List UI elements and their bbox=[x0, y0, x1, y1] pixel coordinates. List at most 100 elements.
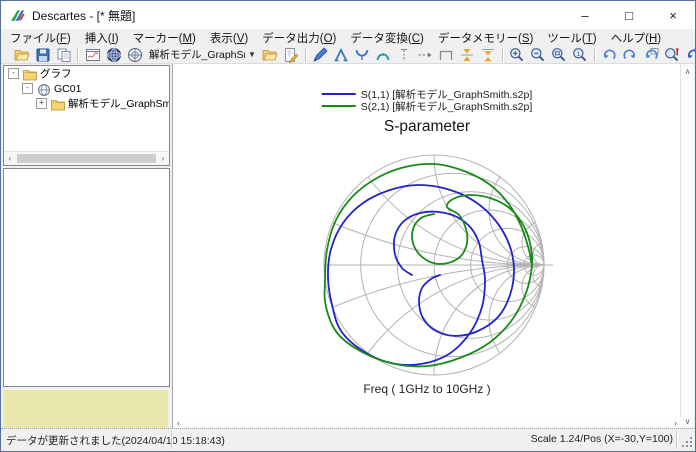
graph-window-icon bbox=[85, 47, 101, 63]
minimize-button[interactable]: – bbox=[563, 1, 607, 29]
copy-icon bbox=[56, 47, 72, 63]
arc-up-icon bbox=[375, 47, 391, 63]
undo-box-icon bbox=[643, 47, 659, 63]
redo-icon bbox=[622, 47, 638, 63]
chart-xlabel: Freq ( 1GHz to 10GHz ) bbox=[173, 382, 681, 396]
scroll-up-icon[interactable]: ∧ bbox=[681, 67, 694, 76]
mag-window-icon bbox=[551, 47, 567, 63]
scroll-left-icon[interactable]: ‹ bbox=[4, 154, 16, 163]
marker-delta-button[interactable] bbox=[415, 46, 436, 63]
maximize-button[interactable]: □ bbox=[607, 1, 651, 29]
menu-view[interactable]: 表示(V) bbox=[203, 29, 255, 47]
folder-open-icon bbox=[14, 47, 30, 63]
open-model-button[interactable] bbox=[260, 46, 281, 63]
undo-button[interactable] bbox=[599, 46, 620, 63]
marker-valley-button[interactable] bbox=[352, 46, 373, 63]
model-combo[interactable]: 解析モデル_GraphSmith.s▼ bbox=[147, 47, 258, 63]
mag-plus-icon bbox=[509, 47, 525, 63]
status-bar: データが更新されました(2024/04/10 15:18:43) Scale 1… bbox=[1, 428, 695, 451]
status-message: データが更新されました(2024/04/10 15:18:43) bbox=[6, 433, 225, 448]
scroll-right-icon[interactable]: › bbox=[674, 418, 677, 428]
collapse-icon[interactable]: - bbox=[22, 83, 33, 94]
status-scale-pos: Scale 1.24/Pos (X=-30,Y=100) bbox=[531, 433, 673, 445]
menu-insert[interactable]: 挿入(I) bbox=[78, 29, 126, 47]
status-separator bbox=[171, 431, 173, 449]
scroll-left-icon[interactable]: ‹ bbox=[177, 418, 180, 428]
legend-row: S(2,1) [解析モデル_GraphSmith.s2p] bbox=[322, 100, 533, 112]
redo-button[interactable] bbox=[620, 46, 641, 63]
main-v-scrollbar[interactable]: ∧ ∨ bbox=[680, 64, 694, 429]
menu-marker[interactable]: マーカー(M) bbox=[126, 29, 203, 47]
s11-trace bbox=[328, 185, 514, 365]
menu-tool[interactable]: ツール(T) bbox=[540, 29, 603, 47]
app-logo-icon bbox=[9, 7, 26, 24]
graph-window-button[interactable] bbox=[82, 46, 103, 63]
smith-chart-view-button[interactable] bbox=[103, 46, 124, 63]
smith-chart-canvas[interactable]: S(1,1) [解析モデル_GraphSmith.s2p]S(2,1) [解析モ… bbox=[173, 64, 681, 417]
zoom-window-button[interactable] bbox=[549, 46, 570, 63]
title-bar: Descartes - [* 無題] –□× bbox=[1, 1, 695, 29]
toolbar-separator bbox=[305, 48, 307, 62]
content-area: -グラフ-GC01+解析モデル_GraphSmith.s2p ‹ › S(1,1… bbox=[1, 64, 695, 429]
status-separator bbox=[676, 431, 678, 449]
menu-data-memory[interactable]: データメモリー(S) bbox=[431, 29, 541, 47]
marker-width-button[interactable] bbox=[436, 46, 457, 63]
vline-icon bbox=[396, 47, 412, 63]
menu-help[interactable]: ヘルプ(H) bbox=[604, 29, 669, 47]
tree-h-scroll-thumb[interactable] bbox=[17, 154, 156, 163]
zoom-actual-button[interactable]: 1 bbox=[570, 46, 591, 63]
folder-icon bbox=[50, 97, 65, 110]
smith-chart-svg bbox=[176, 64, 681, 417]
chevron-down-icon: ▼ bbox=[248, 50, 256, 59]
edit-model-button[interactable] bbox=[281, 46, 302, 63]
menu-file[interactable]: ファイル(F) bbox=[3, 29, 78, 47]
marker-pen-button[interactable] bbox=[310, 46, 331, 63]
memo-panel bbox=[3, 390, 168, 429]
marker-peak-button[interactable] bbox=[331, 46, 352, 63]
tree-item-label: グラフ bbox=[40, 66, 72, 81]
menu-data-convert[interactable]: データ変換(C) bbox=[343, 29, 431, 47]
arrows-line-icon bbox=[459, 47, 475, 63]
marker-level-line-button[interactable] bbox=[457, 46, 478, 63]
polar-icon bbox=[127, 47, 143, 63]
zoom-in-button[interactable] bbox=[507, 46, 528, 63]
collapse-icon[interactable]: - bbox=[8, 68, 19, 79]
floppy-icon bbox=[35, 47, 51, 63]
arrows-icon bbox=[480, 47, 496, 63]
tree-item-label: 解析モデル_GraphSmith.s2p bbox=[68, 96, 169, 111]
marker-band-button[interactable] bbox=[373, 46, 394, 63]
open-file-button[interactable] bbox=[11, 46, 32, 63]
menu-bar: ファイル(F)挿入(I)マーカー(M)表示(V)データ出力(O)データ変換(C)… bbox=[1, 29, 695, 46]
resize-grip[interactable] bbox=[682, 437, 692, 447]
tree-item-gc01[interactable]: - GC01 bbox=[4, 81, 169, 96]
save-file-button[interactable] bbox=[32, 46, 53, 63]
undo-view-button[interactable] bbox=[641, 46, 662, 63]
tree-item-label: GC01 bbox=[54, 83, 81, 95]
polar-chart-view-button[interactable] bbox=[124, 46, 145, 63]
chart-legend: S(1,1) [解析モデル_GraphSmith.s2p]S(2,1) [解析モ… bbox=[322, 88, 533, 112]
zoom-out-button[interactable] bbox=[528, 46, 549, 63]
model-combo-value: 解析モデル_GraphSmith.s bbox=[149, 47, 245, 62]
scroll-down-icon[interactable]: ∨ bbox=[681, 417, 694, 426]
tree-h-scrollbar[interactable]: ‹ › bbox=[4, 151, 169, 165]
close-button[interactable]: × bbox=[651, 1, 695, 29]
edit-page-icon bbox=[283, 47, 299, 63]
undo-all-button[interactable] bbox=[683, 46, 696, 63]
mag-one-icon: 1 bbox=[572, 47, 588, 63]
detail-panel bbox=[3, 168, 170, 387]
menu-data-output[interactable]: データ出力(O) bbox=[255, 29, 343, 47]
copy-button[interactable] bbox=[53, 46, 74, 63]
tree-item-s2p[interactable]: + 解析モデル_GraphSmith.s2p bbox=[4, 96, 169, 111]
smith-grid bbox=[176, 64, 681, 417]
marker-level-button[interactable] bbox=[478, 46, 499, 63]
folder-open-icon bbox=[262, 47, 278, 63]
arc-down-icon bbox=[354, 47, 370, 63]
expand-icon[interactable]: + bbox=[36, 98, 47, 109]
zoom-search-button[interactable] bbox=[662, 46, 683, 63]
scroll-right-icon[interactable]: › bbox=[157, 154, 169, 163]
tree-item-graph[interactable]: - グラフ bbox=[4, 66, 169, 81]
tool-bar: 解析モデル_GraphSmith.s▼ 1 bbox=[1, 46, 695, 64]
toolbar-separator bbox=[594, 48, 596, 62]
marker-vline-button[interactable] bbox=[394, 46, 415, 63]
pen-icon bbox=[312, 47, 328, 63]
